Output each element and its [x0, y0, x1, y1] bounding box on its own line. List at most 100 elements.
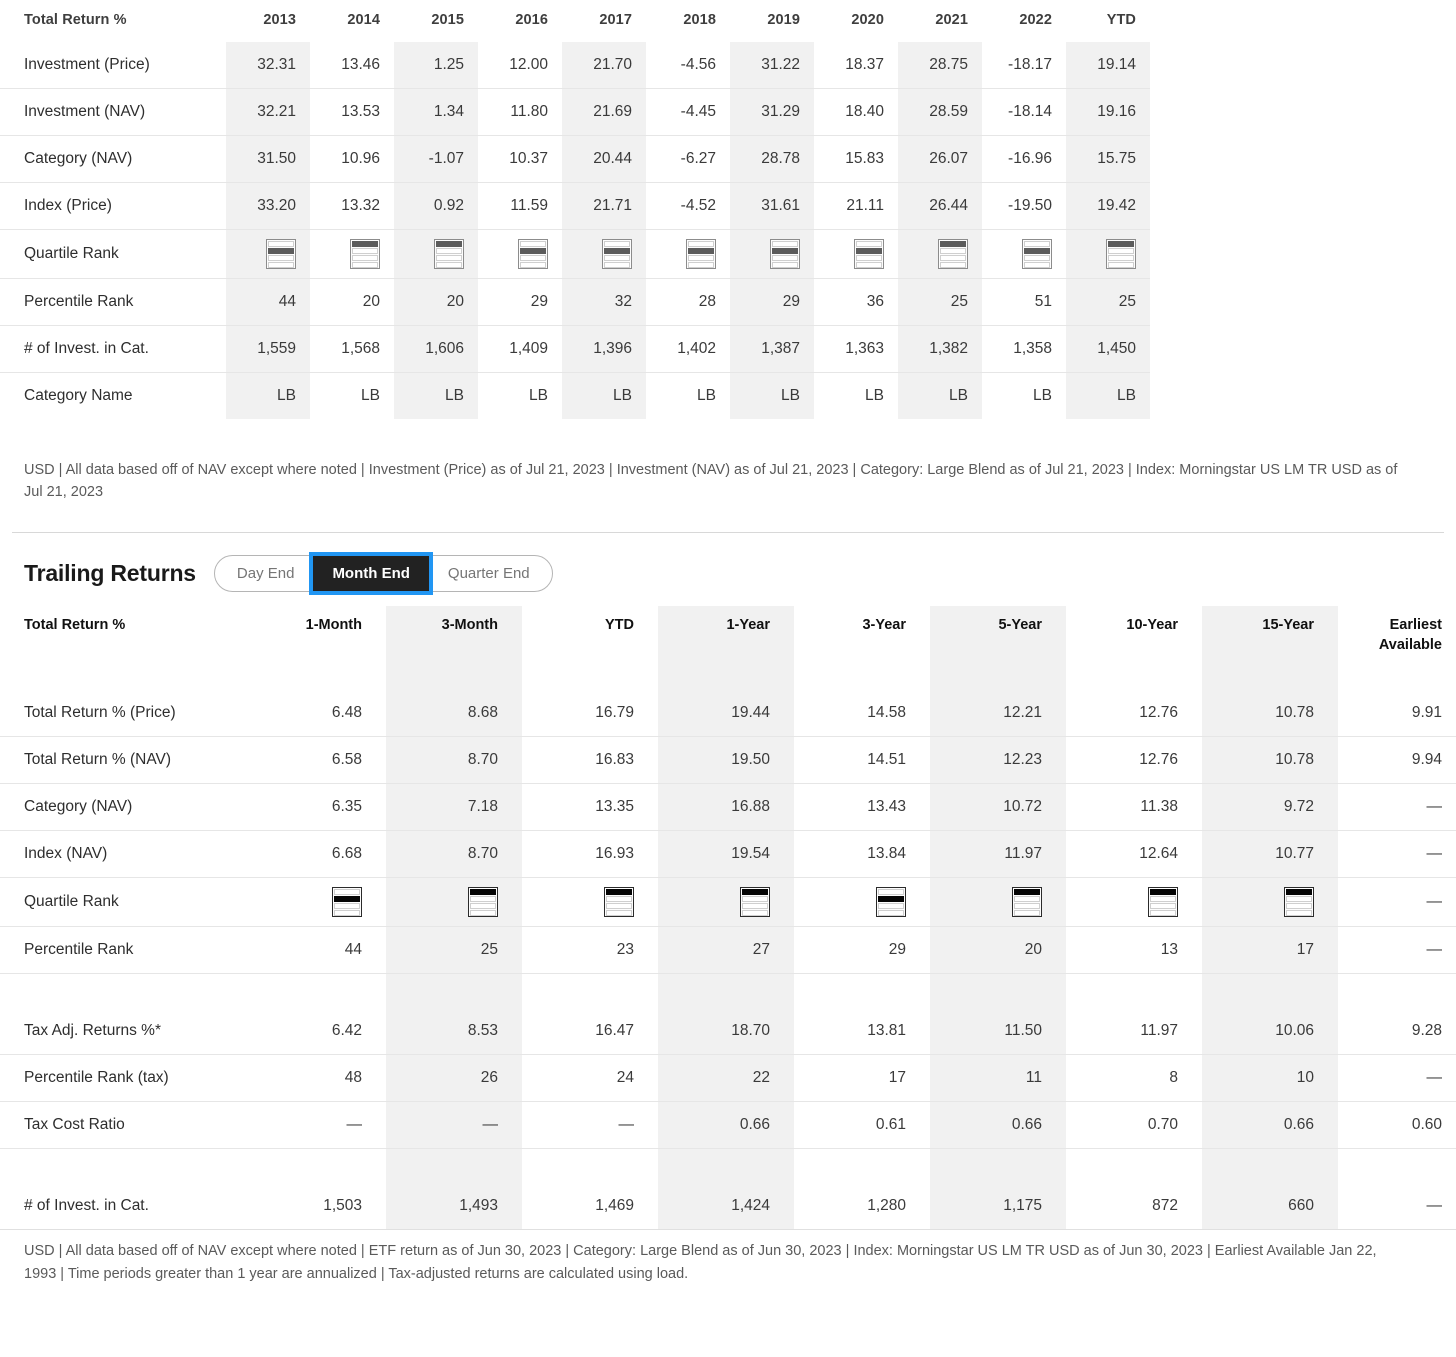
data-cell: 28.78 [730, 135, 814, 183]
quartile-cell [1066, 229, 1150, 279]
quartile-rank-icon [740, 887, 770, 918]
data-cell: -19.50 [982, 182, 1066, 230]
data-cell: 11.59 [478, 182, 562, 230]
data-cell: LB [898, 372, 982, 419]
data-cell: 6.35 [250, 783, 386, 831]
spacer-cell [794, 973, 930, 1008]
table-row: Percentile Rank 44 25 23 27 29 20 13 17— [0, 926, 1456, 974]
data-cell: -18.14 [982, 88, 1066, 136]
annual-col-header-2019: 2019 [767, 12, 800, 28]
quartile-cell [794, 877, 930, 927]
trailing-col-header-Earliest-Available: Earliest Available [1378, 616, 1442, 653]
data-cell: LB [226, 372, 310, 419]
row-label: Index (NAV) [0, 830, 250, 878]
spacer-cell [658, 973, 794, 1008]
data-cell: 1,387 [730, 325, 814, 373]
data-cell: 27 [658, 926, 794, 974]
quartile-wrap [802, 887, 906, 918]
data-cell: 32 [562, 278, 646, 326]
data-cell: 10.72 [930, 783, 1066, 831]
data-cell: 26.44 [898, 182, 982, 230]
data-cell: 13.53 [310, 88, 394, 136]
toggle-quarter-end[interactable]: Quarter End [429, 556, 552, 591]
annual-footnote: USD | All data based off of NAV except w… [24, 462, 1398, 501]
data-cell: LB [394, 372, 478, 419]
row-label: Investment (NAV) [0, 88, 226, 136]
data-cell: 12.00 [509, 56, 548, 73]
toggle-day-end[interactable]: Day End [215, 556, 314, 591]
period-toggle-group[interactable]: Day End Month End Quarter End [213, 554, 553, 592]
quartile-cell [522, 877, 658, 927]
trailing-col-header-3-Month: 3-Month [386, 605, 522, 690]
quartile-wrap [982, 239, 1052, 269]
data-cell: — [1338, 783, 1456, 831]
data-cell: 19.54 [658, 830, 794, 878]
returns-page: Total Return % 2013 2014 2015 2016 2017 2018 2… [0, 0, 1456, 1285]
data-cell: 48 [250, 1054, 386, 1102]
annual-col-header-2021: 2021 [935, 12, 968, 28]
spacer-cell [1338, 973, 1456, 1008]
row-label: Investment (Price) [24, 56, 150, 73]
quartile-wrap [478, 239, 548, 269]
data-cell: 31.29 [730, 88, 814, 136]
quartile-wrap [646, 239, 716, 269]
data-cell: 44 [226, 278, 310, 326]
trailing-returns-table: Total Return % 1-Month 3-Month YTD 1-Year 3-Y… [0, 605, 1456, 1231]
data-cell: 9.91 [1411, 704, 1442, 722]
data-cell: 21.69 [562, 88, 646, 136]
trailing-col-header-5-Year: 5-Year [930, 605, 1066, 690]
quartile-rank-icon [770, 239, 800, 269]
data-cell: 0.66 [658, 1101, 794, 1149]
trailing-header-row: Total Return % 1-Month 3-Month YTD 1-Year 3-Y… [0, 605, 1456, 690]
quartile-cell [386, 877, 522, 927]
annual-col-header-2015: 2015 [431, 12, 464, 28]
data-cell: 1,396 [562, 325, 646, 373]
annual-col-header-2017: 2017 [599, 12, 632, 28]
data-cell: 16.47 [595, 1022, 634, 1040]
quartile-cell [562, 229, 646, 279]
quartile-cell [310, 229, 394, 279]
quartile-wrap [562, 239, 632, 269]
quartile-cell [646, 229, 730, 279]
quartile-cell [250, 877, 386, 927]
table-row: Category (NAV) 31.50 10.96 -1.07 10.37 20.44-… [0, 135, 1150, 183]
data-cell: 13.81 [867, 1022, 906, 1040]
data-cell: 13.43 [794, 783, 930, 831]
data-cell: 29 [794, 926, 930, 974]
data-cell: 13 [1066, 926, 1202, 974]
trailing-returns-tbody: Total Return % (Price) 6.48 8.68 16.79 19.44… [0, 689, 1456, 1231]
data-cell: 6.68 [250, 830, 386, 878]
data-cell: 11.80 [478, 88, 562, 136]
quartile-rank-icon [938, 239, 968, 269]
data-cell: 1,363 [814, 325, 898, 373]
trailing-col-header-YTD: YTD [605, 616, 634, 633]
annual-header-label: Total Return % [24, 12, 127, 28]
data-cell: 0.60 [1338, 1101, 1456, 1149]
quartile-cell [226, 229, 310, 279]
data-cell: 10.06 [1202, 1007, 1338, 1055]
quartile-rank-icon [266, 239, 296, 269]
data-cell: 18.70 [658, 1007, 794, 1055]
data-cell: 20 [930, 926, 1066, 974]
data-cell: 1,568 [310, 325, 394, 373]
data-cell: 1.34 [394, 88, 478, 136]
data-cell: 1,175 [930, 1182, 1066, 1231]
data-cell: 31.50 [226, 135, 310, 183]
quartile-rank-icon [686, 239, 716, 269]
spacer-cell [658, 1148, 794, 1183]
quartile-rank-icon [1012, 887, 1042, 918]
table-row: Total Return % (NAV) 6.58 8.70 16.83 19.50 14… [0, 736, 1456, 784]
data-cell: 10.78 [1202, 689, 1338, 737]
quartile-rank-icon [332, 887, 362, 918]
toggle-month-end[interactable]: Month End [313, 555, 429, 591]
quartile-rank-icon [434, 239, 464, 269]
table-row: Quartile Rank — [0, 877, 1456, 927]
row-label: Tax Adj. Returns %* [24, 1022, 161, 1040]
data-cell: — [1338, 830, 1456, 878]
spacer-cell [250, 1148, 386, 1183]
data-cell: 21.11 [814, 182, 898, 230]
quartile-cell [658, 877, 794, 927]
data-cell: 26.07 [898, 135, 982, 183]
quartile-wrap [394, 239, 464, 269]
table-row: Tax Adj. Returns %* 6.42 8.53 16.47 18.70 13.… [0, 1007, 1456, 1055]
